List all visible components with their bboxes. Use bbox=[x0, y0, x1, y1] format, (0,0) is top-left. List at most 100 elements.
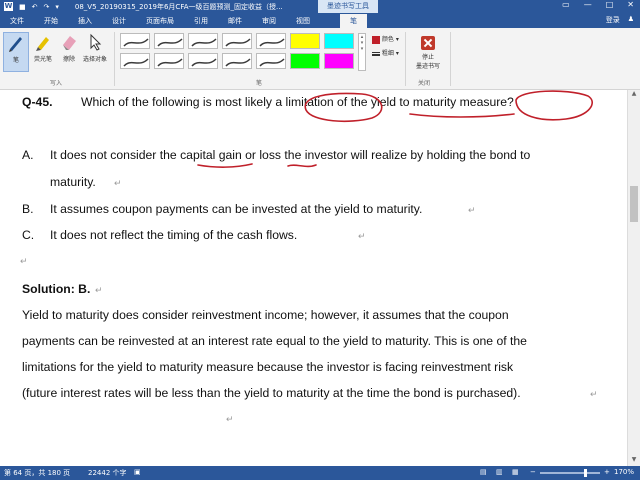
select-objects-label: 选择对象 bbox=[82, 56, 107, 63]
pen-stroke-icon bbox=[191, 58, 217, 67]
zoom-out-icon[interactable]: − bbox=[530, 468, 536, 476]
highlighter-tool-label: 荧光笔 bbox=[33, 56, 52, 63]
minimize-icon[interactable]: — bbox=[584, 0, 592, 9]
zoom-in-icon[interactable]: + bbox=[604, 468, 610, 476]
scroll-down-icon[interactable]: ▼ bbox=[628, 456, 640, 466]
document-title: 08_V5_20190315_2019年6月CFA一级百题预测_固定收益（授..… bbox=[74, 2, 283, 11]
tab-references[interactable]: 引用 bbox=[184, 14, 218, 28]
pen-tool-button[interactable]: 笔 bbox=[3, 32, 29, 72]
page-count[interactable]: 第 64 页，共 180 页 bbox=[4, 468, 70, 478]
eraser-icon bbox=[63, 36, 76, 50]
zoom-level[interactable]: 170% bbox=[614, 468, 634, 476]
pen-thickness-label: 粗细 bbox=[381, 50, 394, 57]
word-count[interactable]: 22442 个字 bbox=[88, 468, 127, 478]
tab-layout[interactable]: 页面布局 bbox=[136, 14, 184, 28]
pen-stroke-icon bbox=[191, 38, 217, 47]
ribbon-options-icon[interactable]: ▭ bbox=[562, 0, 570, 9]
title-bar: W ■ ↶ ↷ ▾ 08_V5_20190315_2019年6月CFA一级百题预… bbox=[0, 0, 640, 13]
pen-style-swatch[interactable] bbox=[256, 33, 286, 49]
close-icon[interactable]: ✕ bbox=[627, 0, 634, 9]
group-separator bbox=[405, 32, 406, 86]
vertical-scrollbar[interactable]: ▲ ▼ bbox=[627, 90, 640, 466]
zoom-slider-knob[interactable] bbox=[584, 469, 587, 477]
paragraph-mark: ↵ bbox=[590, 389, 598, 399]
group-label-close: 关闭 bbox=[418, 80, 431, 87]
question-text: Which of the following is most likely a … bbox=[81, 95, 514, 109]
sign-in-link[interactable]: 登录 bbox=[606, 15, 620, 25]
pen-style-swatch[interactable] bbox=[222, 53, 252, 69]
solution-line: payments can be reinvested at an interes… bbox=[22, 334, 527, 348]
word-logo-icon: W bbox=[4, 2, 13, 11]
maximize-icon[interactable]: □ bbox=[606, 0, 614, 9]
pen-style-swatch[interactable] bbox=[290, 33, 320, 49]
scroll-thumb[interactable] bbox=[630, 186, 638, 222]
option-a-text-cont: maturity. bbox=[50, 175, 96, 189]
customize-quick-access-icon[interactable]: ▾ bbox=[55, 3, 59, 11]
pen-style-swatch[interactable] bbox=[120, 33, 150, 49]
web-layout-icon[interactable]: ▦ bbox=[512, 468, 519, 476]
share-icon[interactable]: ♟ bbox=[628, 15, 634, 25]
select-objects-button[interactable]: 选择对象 bbox=[82, 32, 108, 63]
pen-style-swatch[interactable] bbox=[120, 53, 150, 69]
ribbon-tabs: 文件 开始 插入 设计 页面布局 引用 邮件 审阅 视图 笔 登录 ♟ bbox=[0, 13, 640, 28]
solution-line: limitations for the yield to maturity me… bbox=[22, 360, 514, 374]
tab-design[interactable]: 设计 bbox=[102, 14, 136, 28]
document-page[interactable]: Q-45. Which of the following is most lik… bbox=[0, 90, 627, 466]
highlighter-tool-button[interactable]: 荧光笔 bbox=[30, 32, 56, 63]
pen-color-dropdown[interactable]: 颜色 ▾ bbox=[372, 34, 399, 44]
pen-gallery bbox=[120, 33, 358, 71]
pen-style-swatch[interactable] bbox=[154, 53, 184, 69]
read-mode-icon[interactable]: ▤ bbox=[480, 468, 487, 476]
print-layout-icon[interactable]: ▥ bbox=[496, 468, 503, 476]
stop-inking-button[interactable]: 停止 墨迹书写 bbox=[410, 36, 446, 70]
pen-stroke-icon bbox=[225, 58, 251, 67]
stop-inking-label-2: 墨迹书写 bbox=[415, 63, 440, 70]
option-a-text: It does not consider the capital gain or… bbox=[50, 148, 531, 162]
tab-file[interactable]: 文件 bbox=[0, 14, 34, 28]
cursor-arrow-icon bbox=[90, 33, 102, 51]
thickness-icon bbox=[372, 51, 380, 56]
option-b-letter: B. bbox=[22, 202, 34, 216]
pen-stroke-icon bbox=[157, 38, 183, 47]
color-swatch-icon bbox=[372, 35, 380, 44]
eraser-tool-button[interactable]: 擦除 bbox=[56, 32, 82, 63]
option-c-text: It does not reflect the timing of the ca… bbox=[50, 228, 298, 242]
pen-style-swatch[interactable] bbox=[256, 53, 286, 69]
save-icon[interactable]: ■ bbox=[19, 3, 26, 11]
pen-stroke-icon bbox=[123, 38, 149, 47]
stop-ink-icon bbox=[421, 36, 435, 50]
pen-style-swatch[interactable] bbox=[324, 53, 354, 69]
proofing-icon[interactable]: ▣ bbox=[134, 468, 141, 476]
pen-stroke-icon bbox=[123, 58, 149, 67]
zoom-slider[interactable] bbox=[540, 469, 600, 477]
tab-home[interactable]: 开始 bbox=[34, 14, 68, 28]
paragraph-mark: ↵ bbox=[114, 178, 122, 188]
tab-pens[interactable]: 笔 bbox=[340, 14, 367, 28]
tab-view[interactable]: 视图 bbox=[286, 14, 320, 28]
tab-review[interactable]: 审阅 bbox=[252, 14, 286, 28]
paragraph-mark: ↵ bbox=[226, 414, 234, 424]
pen-gallery-scroll[interactable]: ▴ ▾ ▾ bbox=[358, 33, 366, 71]
pen-thickness-dropdown[interactable]: 粗细 ▾ bbox=[372, 48, 399, 57]
pen-style-swatch[interactable] bbox=[188, 53, 218, 69]
pen-style-swatch[interactable] bbox=[290, 53, 320, 69]
group-label-write: 写入 bbox=[50, 80, 63, 87]
paragraph-mark: ↵ bbox=[468, 205, 476, 215]
pen-style-swatch[interactable] bbox=[154, 33, 184, 49]
pen-style-swatch[interactable] bbox=[188, 33, 218, 49]
tab-insert[interactable]: 插入 bbox=[68, 14, 102, 28]
group-separator bbox=[450, 32, 451, 86]
undo-icon[interactable]: ↶ bbox=[32, 3, 38, 11]
redo-icon[interactable]: ↷ bbox=[44, 3, 50, 11]
scroll-up-icon[interactable]: ▲ bbox=[628, 90, 640, 100]
pen-style-swatch[interactable] bbox=[324, 33, 354, 49]
pen-color-label: 颜色 bbox=[381, 36, 394, 43]
eraser-tool-label: 擦除 bbox=[62, 56, 75, 63]
solution-line: Yield to maturity does consider reinvest… bbox=[22, 308, 509, 322]
paragraph-mark: ↵ bbox=[20, 256, 28, 266]
question-number: Q-45. bbox=[22, 95, 53, 109]
pen-style-swatch[interactable] bbox=[222, 33, 252, 49]
solution-title: Solution: B. bbox=[22, 282, 91, 296]
tab-mailings[interactable]: 邮件 bbox=[218, 14, 252, 28]
option-c-letter: C. bbox=[22, 228, 35, 242]
